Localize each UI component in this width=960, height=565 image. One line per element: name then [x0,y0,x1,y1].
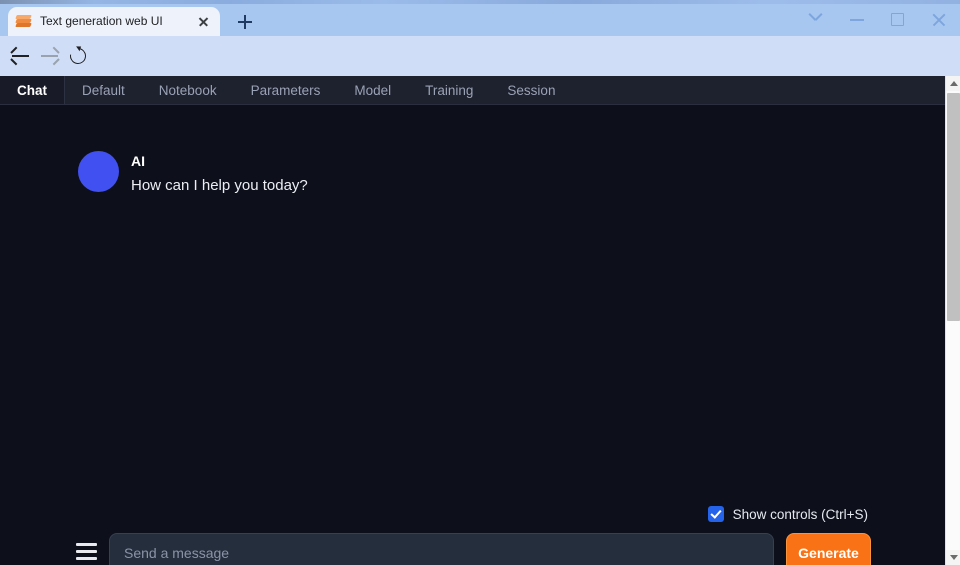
tab-chat-label: Chat [17,82,47,98]
tab-search-icon[interactable] [802,8,830,30]
show-controls-label: Show controls (Ctrl+S) [732,506,868,522]
back-icon[interactable] [9,44,33,68]
tab-model-label: Model [354,82,392,98]
minimize-icon[interactable] [843,8,871,30]
new-tab-button[interactable] [234,11,256,33]
scroll-down-icon[interactable] [946,550,960,565]
hamburger-menu-icon[interactable] [76,543,97,560]
scroll-up-icon[interactable] [946,76,960,91]
vertical-scrollbar[interactable] [945,76,960,565]
generate-button[interactable]: Generate [786,533,871,565]
layers-icon [15,14,32,29]
tab-model[interactable]: Model [337,76,408,104]
tab-parameters-label: Parameters [250,82,321,98]
tab-default-label: Default [82,82,125,98]
forward-icon[interactable] [38,44,62,68]
chat-message-body: AI How can I help you today? [131,151,308,196]
tab-notebook-label: Notebook [158,82,217,98]
avatar [78,151,119,192]
tab-session-label: Session [507,82,556,98]
tab-notebook[interactable]: Notebook [142,76,234,104]
browser-toolbar: localhost:7860 ☆ 🧩 [0,36,960,106]
browser-window: Text generation web UI localhost:7860 ☆ … [0,0,960,565]
title-bar-texture [0,0,960,4]
tab-training[interactable]: Training [408,76,490,104]
reload-icon[interactable] [66,44,90,68]
chat-area: AI How can I help you today? Show contro… [0,105,945,565]
chat-message-text: How can I help you today? [131,177,308,194]
message-input[interactable] [109,533,774,565]
tab-parameters[interactable]: Parameters [234,76,338,104]
tab-chat[interactable]: Chat [0,76,65,104]
app-tab-bar: Chat Default Notebook Parameters Model T… [0,76,945,105]
tab-default[interactable]: Default [65,76,142,104]
tab-session[interactable]: Session [490,76,572,104]
chat-message-author: AI [131,153,145,169]
chat-message: AI How can I help you today? [78,151,308,196]
close-tab-icon[interactable] [194,13,212,31]
scrollbar-thumb[interactable] [947,93,960,321]
composer-bar: Generate [0,531,945,565]
show-controls-toggle[interactable]: Show controls (Ctrl+S) [707,506,868,522]
maximize-icon[interactable] [884,8,912,30]
page-content: Chat Default Notebook Parameters Model T… [0,76,945,565]
close-window-icon[interactable] [925,8,953,30]
tab-training-label: Training [425,82,474,98]
browser-tab-title: Text generation web UI [40,14,163,28]
show-controls-checkbox[interactable] [707,506,724,522]
browser-tab[interactable]: Text generation web UI [8,7,220,36]
browser-title-bar: Text generation web UI [0,0,960,36]
